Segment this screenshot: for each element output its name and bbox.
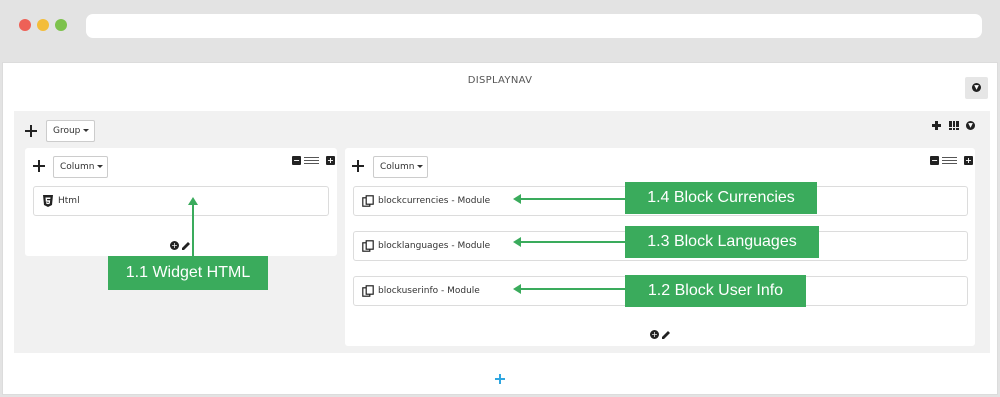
minus-icon[interactable]: − <box>292 156 301 165</box>
close-window-dot[interactable] <box>19 19 31 31</box>
browser-chrome <box>0 0 1000 52</box>
annotation-arrow <box>520 288 626 290</box>
column-dropdown-label: Column <box>60 162 95 172</box>
group-container: Group ▼ Column − + Html + Column − + blo… <box>14 111 990 353</box>
annotation-arrowhead <box>513 284 521 294</box>
annotation-arrow <box>192 205 194 260</box>
hook-title: DISPLAYNAV <box>467 75 533 86</box>
annotation-arrow <box>520 241 626 243</box>
column-left: Column − + Html + <box>25 148 337 256</box>
module-copy-icon <box>362 240 374 252</box>
plus-circle-icon[interactable]: + <box>650 330 659 339</box>
minus-icon[interactable]: − <box>930 156 939 165</box>
add-column-button[interactable] <box>932 121 941 130</box>
move-icon[interactable] <box>33 160 45 172</box>
address-bar[interactable] <box>86 14 982 38</box>
page-content: DISPLAYNAV ▼ Group ▼ Column − + Html + C… <box>2 62 998 395</box>
minimize-window-dot[interactable] <box>37 19 49 31</box>
plus-icon[interactable]: + <box>964 156 973 165</box>
move-icon[interactable] <box>352 160 364 172</box>
column-dropdown[interactable]: Column <box>53 156 108 178</box>
move-icon[interactable] <box>25 125 37 137</box>
module-html[interactable]: Html <box>33 186 329 216</box>
module-label: blockcurrencies - Module <box>378 196 491 206</box>
column-dropdown-label: Column <box>380 162 415 172</box>
lines-icon[interactable] <box>304 156 319 165</box>
annotation-arrow <box>520 198 626 200</box>
plus-circle-icon[interactable]: + <box>170 241 179 250</box>
lines-icon[interactable] <box>942 156 957 165</box>
plus-icon[interactable]: + <box>326 156 335 165</box>
annotation-arrowhead <box>513 194 521 204</box>
module-label: blockuserinfo - Module <box>378 286 480 296</box>
annotation-arrowhead <box>513 237 521 247</box>
group-dropdown-label: Group <box>53 126 81 136</box>
pencil-icon[interactable] <box>662 330 671 339</box>
grid-icon[interactable] <box>949 121 959 131</box>
caret-down-icon <box>417 165 424 168</box>
column-dropdown[interactable]: Column <box>373 156 428 178</box>
module-copy-icon <box>362 195 374 207</box>
pencil-icon[interactable] <box>182 241 191 250</box>
annotation-block-languages: 1.3 Block Languages <box>625 226 819 258</box>
annotation-arrowhead <box>188 197 198 205</box>
module-label: blocklanguages - Module <box>378 241 491 251</box>
annotation-block-currencies: 1.4 Block Currencies <box>625 182 817 214</box>
html5-icon <box>43 195 53 207</box>
circle-down-icon: ▼ <box>972 83 981 92</box>
maximize-window-dot[interactable] <box>55 19 67 31</box>
caret-down-icon <box>83 129 90 132</box>
module-label: Html <box>58 196 80 206</box>
annotation-widget-html: 1.1 Widget HTML <box>108 256 268 290</box>
hook-toggle-button[interactable]: ▼ <box>965 77 988 99</box>
annotation-block-user-info: 1.2 Block User Info <box>625 275 806 307</box>
circle-down-icon[interactable]: ▼ <box>966 121 975 130</box>
module-copy-icon <box>362 285 374 297</box>
caret-down-icon <box>97 165 104 168</box>
add-row-plus-icon[interactable] <box>495 374 505 384</box>
group-dropdown[interactable]: Group <box>46 120 95 142</box>
